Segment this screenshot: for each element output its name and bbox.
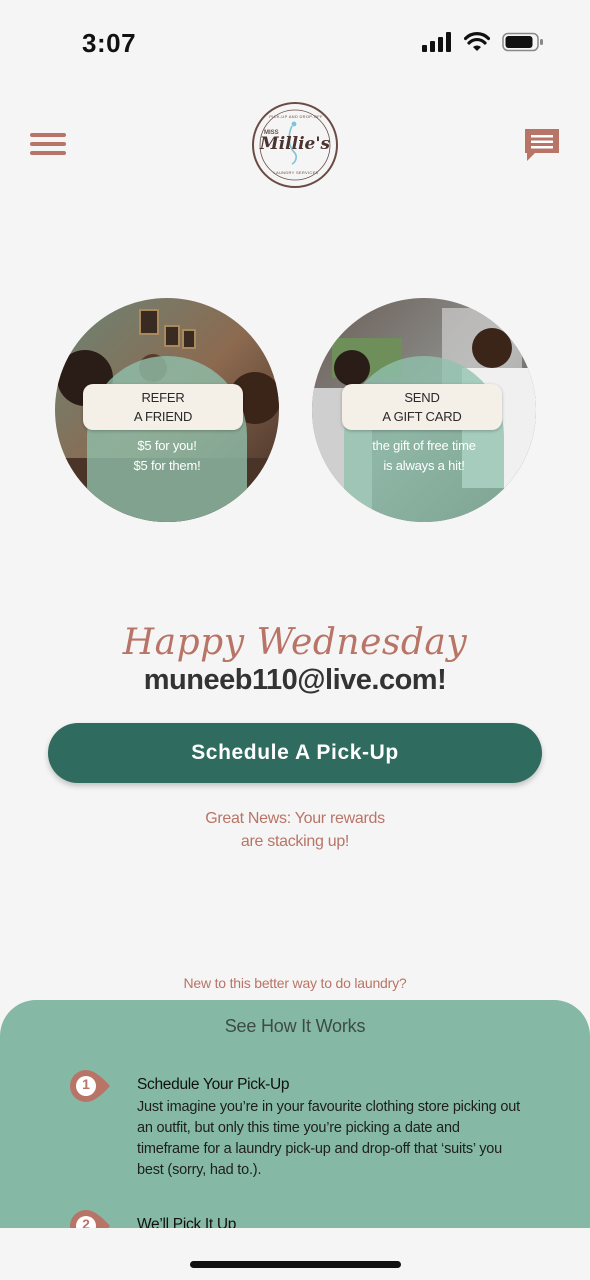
menu-icon — [30, 133, 66, 137]
how-it-works-title[interactable]: See How It Works — [0, 1016, 590, 1037]
gift-card-card[interactable]: SEND A GIFT CARD the gift of free time i… — [312, 298, 536, 522]
step-1-title: Schedule Your Pick-Up — [137, 1076, 290, 1093]
step-2-title: We’ll Pick It Up — [137, 1216, 237, 1228]
logo-bottom-text: LAUNDRY SERVICES — [273, 170, 319, 175]
battery-icon — [502, 32, 543, 52]
gift-card-label: SEND A GIFT CARD — [342, 384, 502, 430]
greeting-email: muneeb110@live.com! — [143, 664, 447, 696]
step-1-number: 1 — [82, 1076, 90, 1092]
schedule-pickup-button[interactable]: Schedule A Pick-Up — [48, 723, 542, 783]
chat-icon — [525, 129, 559, 161]
logo[interactable]: PICK-UP AND DROP-OFF MISS Millie's LAUND… — [252, 102, 338, 188]
refer-friend-card[interactable]: REFER A FRIEND $5 for you! $5 for them! — [55, 298, 279, 522]
bottom-safe-area — [0, 1228, 590, 1280]
refer-friend-label: REFER A FRIEND — [83, 384, 243, 430]
status-time: 3:07 — [82, 28, 137, 58]
greeting-day: Happy Wednesday — [122, 622, 468, 663]
rewards-message[interactable]: Great News: Your rewards are stacking up… — [0, 807, 590, 853]
step-1-description: Just imagine you’re in your favourite cl… — [137, 1099, 520, 1178]
logo-top-text: PICK-UP AND DROP-OFF — [269, 114, 323, 119]
chat-button[interactable] — [523, 127, 561, 163]
how-it-works-panel: See How It Works 1 Schedule Your Pick-Up… — [0, 1000, 590, 1228]
home-indicator[interactable] — [190, 1261, 401, 1268]
refer-friend-subtext: $5 for you! $5 for them! — [133, 438, 201, 473]
menu-button[interactable] — [30, 130, 66, 158]
wifi-icon — [464, 32, 490, 51]
step-2-number: 2 — [82, 1216, 90, 1228]
logo-name: Millie's — [259, 134, 331, 154]
new-user-prompt: New to this better way to do laundry? — [183, 975, 407, 991]
cellular-signal-icon — [422, 32, 451, 52]
gift-card-subtext: the gift of free time is always a hit! — [372, 438, 476, 473]
status-icons — [422, 32, 544, 52]
